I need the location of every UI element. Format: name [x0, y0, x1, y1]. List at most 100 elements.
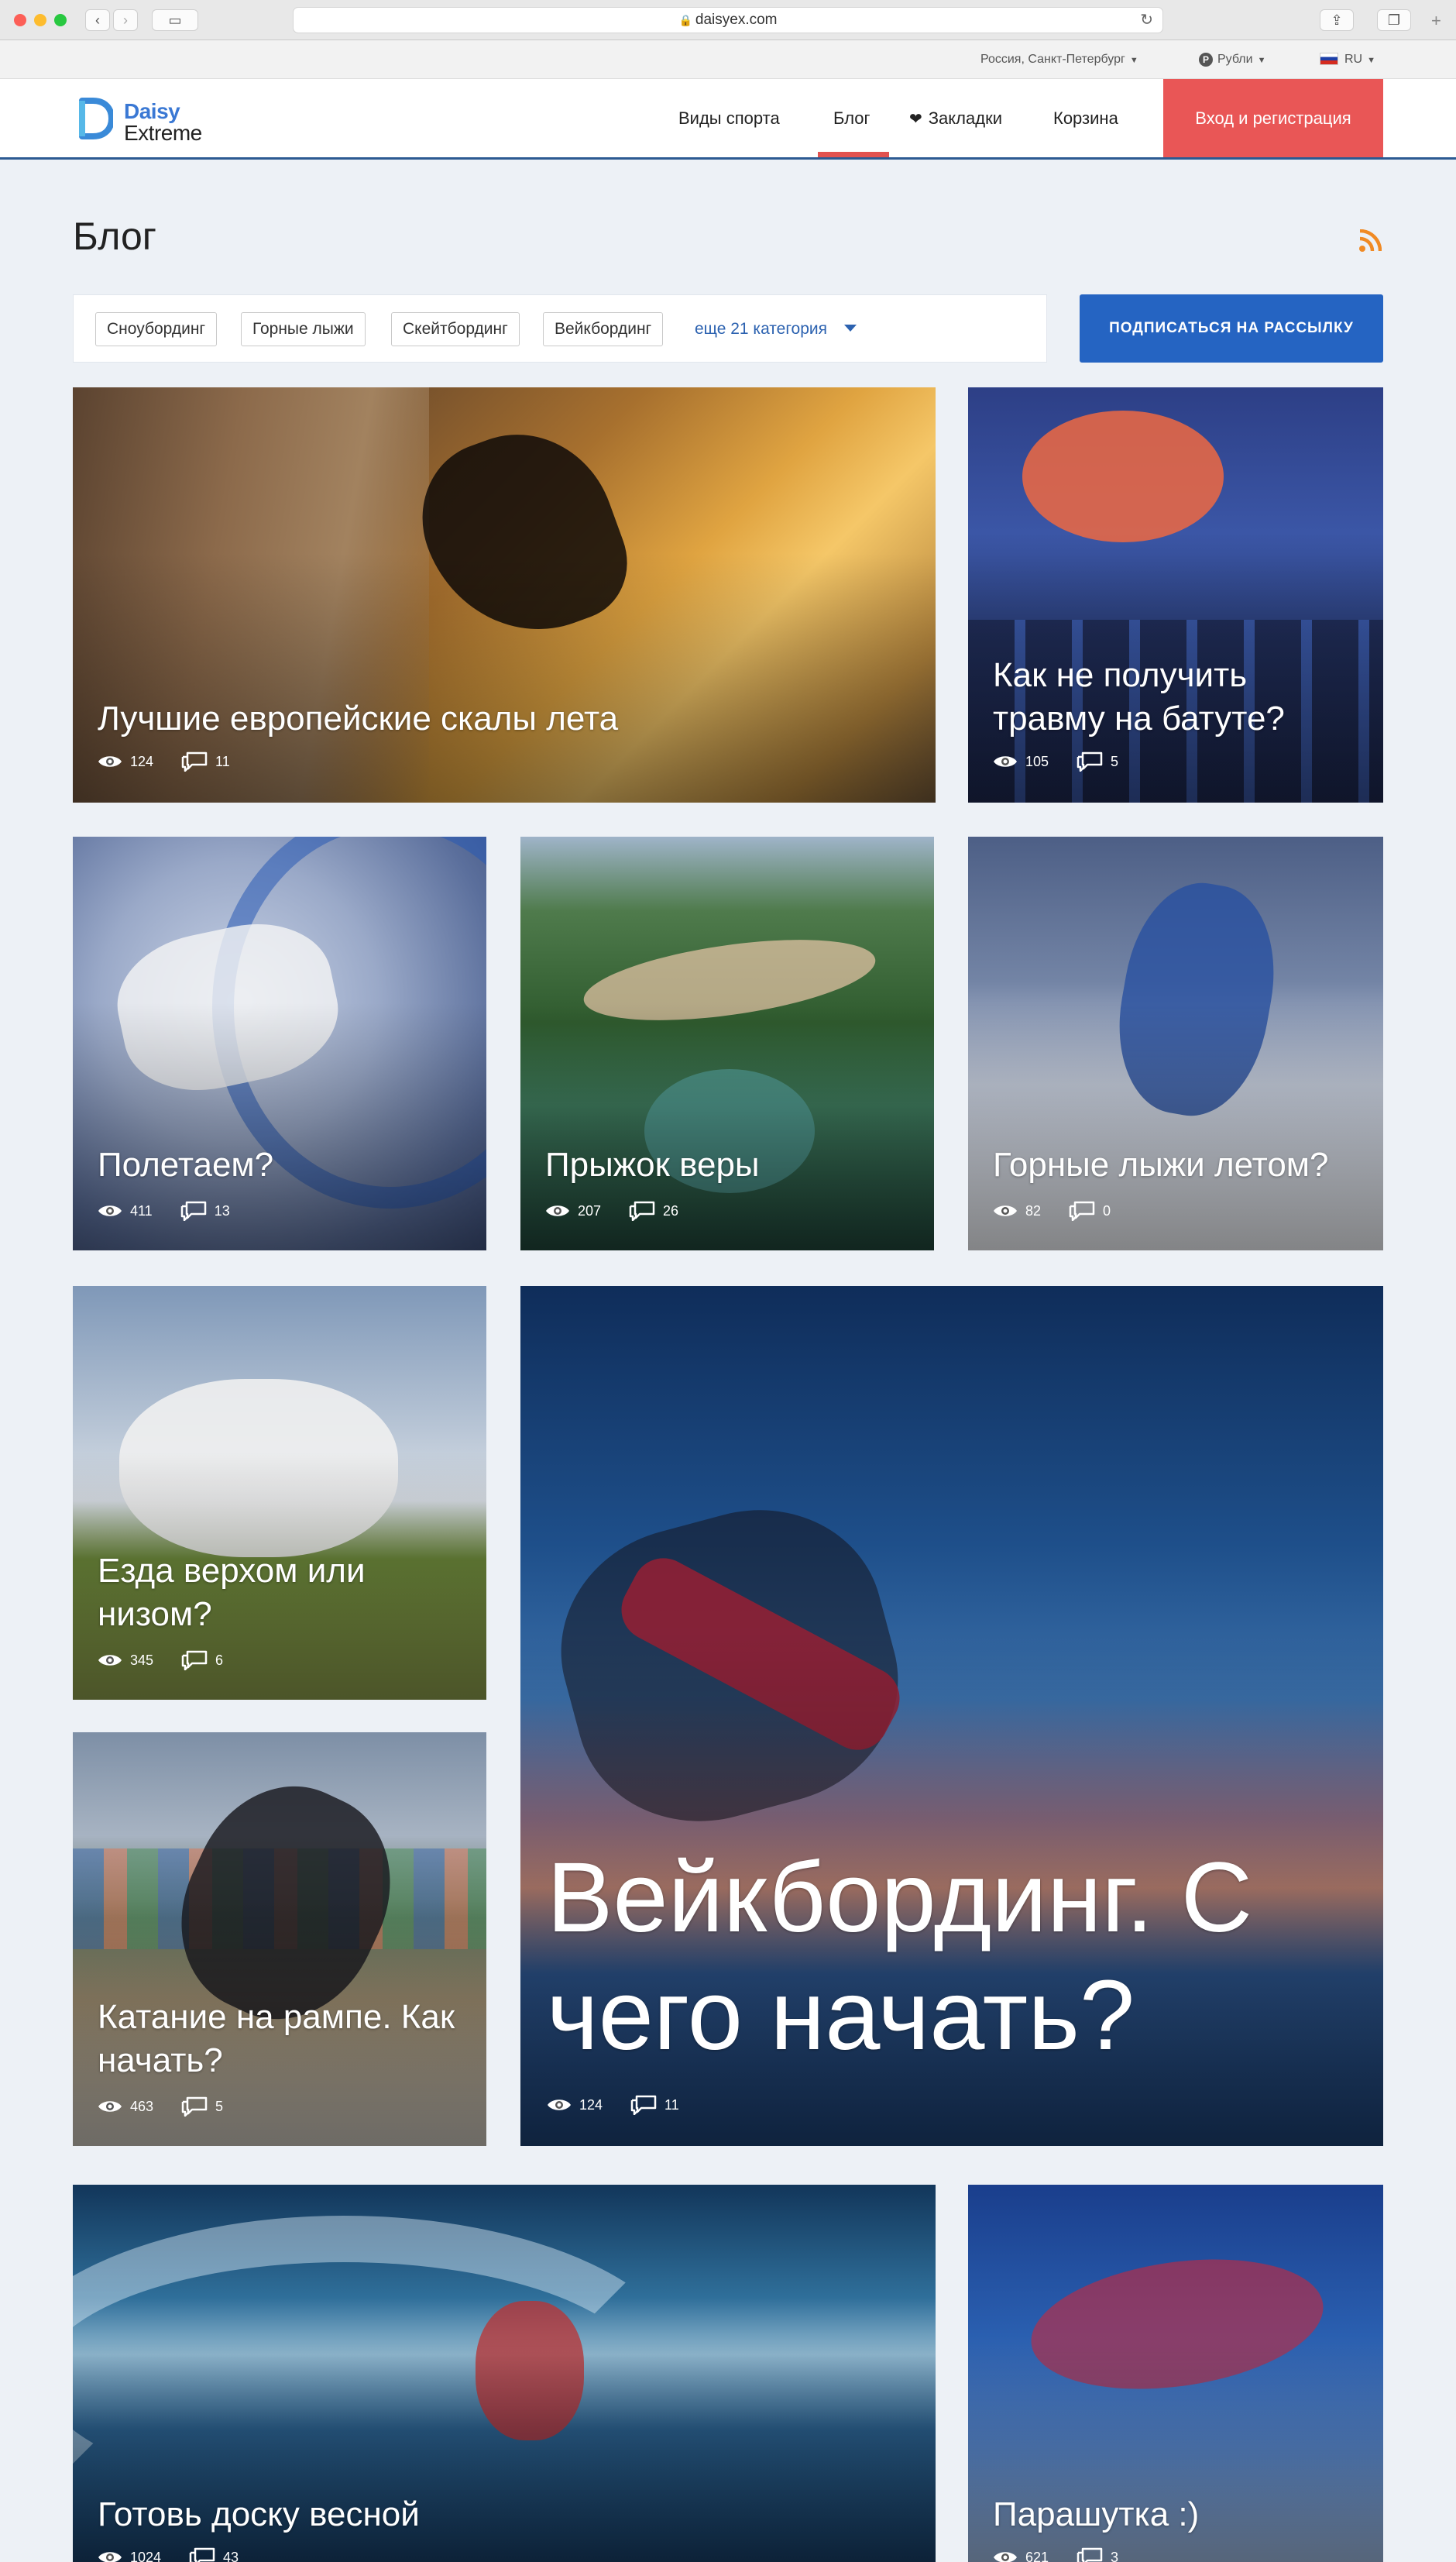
login-register-button[interactable]: Вход и регистрация — [1163, 79, 1383, 157]
chevron-down-icon: ▼ — [1257, 56, 1266, 65]
comments-count: 43 — [189, 2547, 239, 2562]
eye-icon — [993, 1203, 1018, 1219]
nav-blog[interactable]: Блог — [833, 79, 871, 157]
comments-count: 26 — [629, 1201, 678, 1221]
eye-icon — [98, 2099, 122, 2114]
comments-icon — [1077, 751, 1103, 772]
post-card[interactable]: Полетаем? 411 13 — [73, 837, 486, 1250]
currency-selector[interactable]: Р Рубли ▼ — [1199, 40, 1265, 79]
post-card[interactable]: Горные лыжи летом? 82 0 — [968, 837, 1383, 1250]
post-title: Горные лыжи летом? — [993, 1146, 1329, 1184]
post-card[interactable]: Прыжок веры 207 26 — [520, 837, 934, 1250]
comments-count: 6 — [181, 1650, 223, 1670]
post-title: Парашутка :) — [993, 2495, 1200, 2533]
nav-sports[interactable]: Виды спорта — [678, 79, 780, 157]
post-card[interactable]: Лучшие европейские скалы лета 124 11 — [73, 387, 936, 803]
comments-count: 5 — [181, 2096, 223, 2117]
views-count: 124 — [98, 754, 153, 770]
region-label: Россия, Санкт-Петербург — [980, 53, 1125, 66]
forward-icon[interactable]: › — [113, 9, 138, 31]
eye-icon — [545, 1203, 570, 1219]
views-value: 105 — [1025, 753, 1049, 769]
comments-count: 3 — [1077, 2547, 1118, 2562]
post-title: Вейкбординг. С чего начать? — [547, 1842, 1253, 2071]
views-count: 463 — [98, 2099, 153, 2115]
maximize-window-button[interactable] — [54, 14, 67, 26]
jumper-figure — [1022, 411, 1224, 542]
views-value: 463 — [130, 2098, 154, 2114]
views-value: 124 — [579, 2096, 603, 2113]
ruble-icon: Р — [1199, 53, 1213, 67]
heart-icon: ❤ — [909, 111, 922, 128]
post-stats: 1024 43 — [98, 2547, 266, 2562]
comments-value: 3 — [1111, 2549, 1119, 2562]
tag-wakeboarding[interactable]: Вейкбординг — [543, 312, 664, 346]
close-window-button[interactable] — [14, 14, 26, 26]
eye-icon — [98, 754, 122, 769]
post-card[interactable]: Готовь доску весной 1024 43 — [73, 2185, 936, 2562]
post-title: Езда верхом или низом? — [98, 1552, 366, 1633]
tabs-icon[interactable]: ❐ — [1377, 9, 1411, 31]
sidebar-toggle-icon[interactable]: ▭ — [152, 9, 198, 31]
reload-icon[interactable]: ↻ — [1140, 8, 1153, 33]
comments-count: 0 — [1069, 1201, 1111, 1221]
post-title: Лучшие европейские скалы лета — [98, 700, 619, 738]
utility-bar: Россия, Санкт-Петербург ▼ Р Рубли ▼ RU ▼ — [0, 40, 1456, 79]
minimize-window-button[interactable] — [34, 14, 46, 26]
eye-icon — [993, 754, 1018, 769]
views-value: 1024 — [130, 2549, 162, 2562]
comments-value: 11 — [664, 2096, 679, 2113]
comments-count: 13 — [180, 1201, 230, 1221]
address-bar[interactable]: 🔒 daisyex.com ↻ — [293, 7, 1163, 33]
back-icon[interactable]: ‹ — [85, 9, 110, 31]
rss-icon[interactable] — [1358, 229, 1382, 253]
post-card[interactable]: Катание на рампе. Как начать? 463 5 — [73, 1732, 486, 2146]
currency-label: Рубли — [1217, 53, 1253, 66]
post-title: Как не получить травму на батуте? — [993, 656, 1285, 738]
new-tab-icon[interactable]: + — [1431, 11, 1441, 31]
comments-icon — [181, 751, 208, 772]
views-value: 621 — [1025, 2549, 1049, 2562]
comments-icon — [629, 1201, 655, 1221]
lock-icon: 🔒 — [678, 14, 692, 26]
post-card[interactable]: Езда верхом или низом? 345 6 — [73, 1286, 486, 1700]
views-value: 345 — [130, 1652, 154, 1668]
comments-value: 13 — [214, 1202, 230, 1219]
comments-icon — [181, 2096, 208, 2117]
nav-cart[interactable]: Корзина — [1053, 79, 1118, 157]
comments-value: 0 — [1103, 1202, 1111, 1219]
comments-value: 5 — [215, 2098, 224, 2114]
region-selector[interactable]: Россия, Санкт-Петербург ▼ — [980, 40, 1138, 79]
post-card[interactable]: Как не получить травму на батуте? 105 5 — [968, 387, 1383, 803]
post-stats: 345 6 — [98, 1650, 251, 1670]
comments-value: 6 — [215, 1652, 224, 1668]
tag-skateboarding[interactable]: Скейтбординг — [391, 312, 520, 346]
post-stats: 411 13 — [98, 1201, 258, 1221]
nav-active-indicator — [818, 152, 889, 157]
language-selector[interactable]: RU ▼ — [1320, 40, 1375, 79]
nav-bookmarks[interactable]: ❤ Закладки — [909, 79, 1002, 157]
views-value: 207 — [578, 1202, 602, 1219]
share-icon[interactable]: ⇪ — [1320, 9, 1354, 31]
views-count: 621 — [993, 2550, 1049, 2562]
comments-value: 11 — [215, 753, 230, 769]
comments-value: 5 — [1111, 753, 1119, 769]
more-categories-dropdown[interactable]: еще 21 категория — [695, 312, 857, 346]
comments-icon — [180, 1201, 207, 1221]
post-card-featured[interactable]: Вейкбординг. С чего начать? 124 11 — [520, 1286, 1383, 2146]
caret-down-icon — [844, 325, 857, 332]
post-card[interactable]: Парашутка :) 621 3 — [968, 2185, 1383, 2562]
logo-word-extreme: Extreme — [124, 121, 202, 145]
daisy-logo-icon — [79, 98, 113, 139]
views-count: 345 — [98, 1652, 153, 1669]
eye-icon — [993, 2550, 1018, 2562]
subscribe-button[interactable]: ПОДПИСАТЬСЯ НА РАССЫЛКУ — [1080, 294, 1383, 363]
eye-icon — [98, 1652, 122, 1668]
post-title: Полетаем? — [98, 1146, 274, 1184]
tag-skiing[interactable]: Горные лыжи — [241, 312, 366, 346]
nav-bookmarks-label: Закладки — [928, 108, 1002, 128]
tag-snowboarding[interactable]: Сноубординг — [95, 312, 218, 346]
eye-icon — [98, 2550, 122, 2562]
comments-icon — [630, 2095, 657, 2115]
comments-count: 5 — [1077, 751, 1118, 772]
